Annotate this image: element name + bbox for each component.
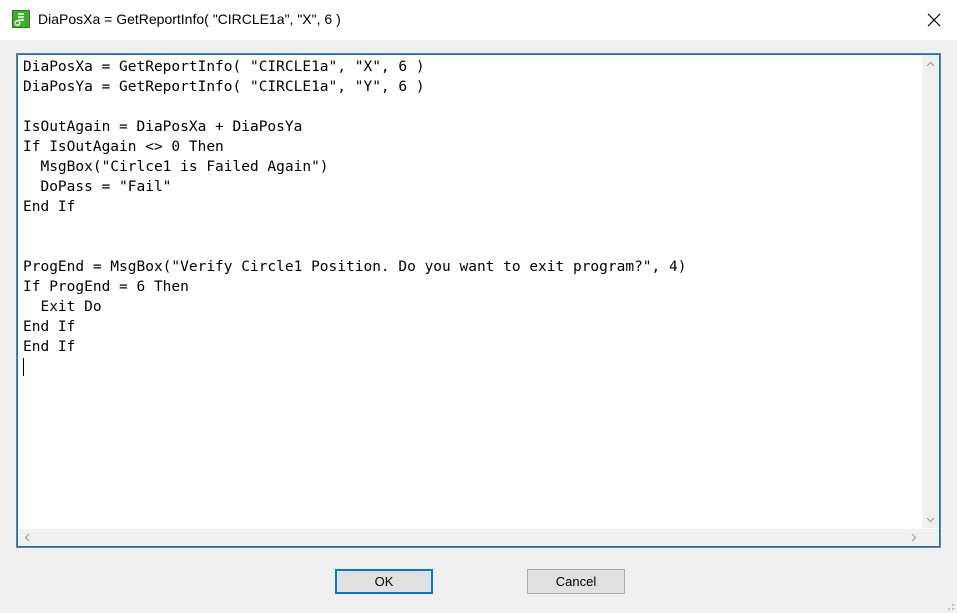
- scrollbar-corner: [922, 529, 939, 546]
- code-text[interactable]: DiaPosXa = GetReportInfo( "CIRCLE1a", "X…: [23, 57, 920, 527]
- close-icon: [927, 13, 941, 27]
- resize-grip-icon[interactable]: [943, 599, 955, 611]
- script-app-icon: [12, 10, 30, 28]
- ok-button[interactable]: OK: [335, 569, 433, 594]
- title-bar: DiaPosXa = GetReportInfo( "CIRCLE1a", "X…: [0, 0, 957, 40]
- close-button[interactable]: [911, 0, 957, 40]
- code-editor[interactable]: DiaPosXa = GetReportInfo( "CIRCLE1a", "X…: [16, 53, 941, 548]
- chevron-left-icon: [24, 533, 29, 542]
- chevron-right-icon: [911, 533, 916, 542]
- dialog-body: DiaPosXa = GetReportInfo( "CIRCLE1a", "X…: [0, 40, 957, 613]
- chevron-up-icon: [926, 61, 935, 66]
- text-caret: [23, 358, 24, 376]
- chevron-down-icon: [926, 517, 935, 522]
- scroll-down-arrow[interactable]: [922, 511, 939, 528]
- vertical-scrollbar[interactable]: [922, 55, 939, 528]
- window-title: DiaPosXa = GetReportInfo( "CIRCLE1a", "X…: [38, 11, 341, 27]
- scroll-right-arrow[interactable]: [905, 529, 922, 546]
- scroll-left-arrow[interactable]: [18, 529, 35, 546]
- horizontal-scrollbar[interactable]: [18, 529, 922, 546]
- cancel-button[interactable]: Cancel: [527, 569, 625, 594]
- scroll-up-arrow[interactable]: [922, 55, 939, 72]
